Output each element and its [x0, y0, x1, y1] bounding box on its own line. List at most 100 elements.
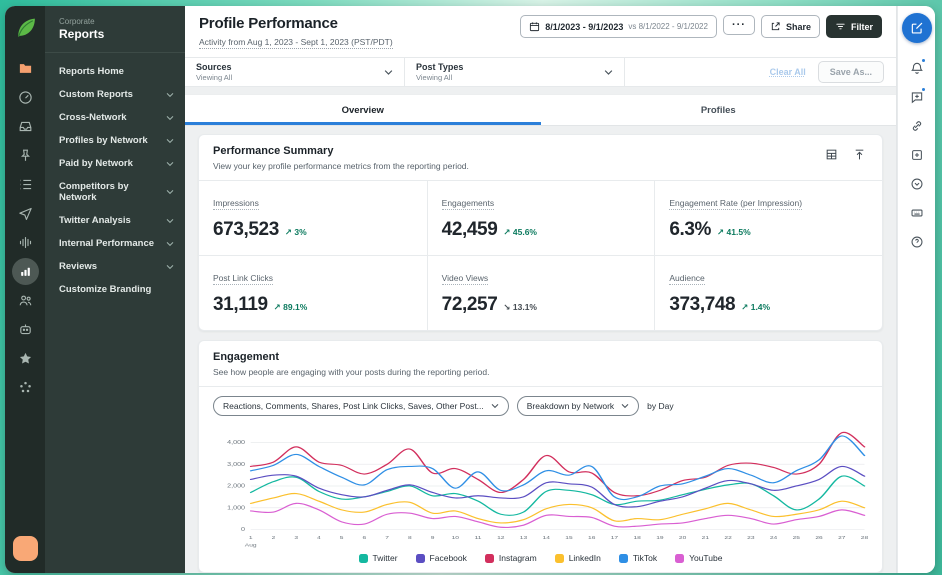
- sidebar-item-reviews[interactable]: Reviews: [45, 255, 185, 278]
- svg-text:0: 0: [241, 527, 246, 533]
- sidebar-item-cross-network[interactable]: Cross-Network: [45, 106, 185, 129]
- compose-button[interactable]: [901, 13, 932, 43]
- engagement-line-chart[interactable]: 0 1,000 2,000 3,000 4,000 1 2 3 4 5 6 7 8 9 10 11 12 13 14…: [199, 422, 882, 550]
- svg-text:25: 25: [793, 536, 800, 541]
- sprout-logo-icon[interactable]: [13, 15, 38, 40]
- export-icon[interactable]: [853, 148, 866, 161]
- legend-item-tiktok[interactable]: TikTok: [618, 553, 657, 563]
- svg-text:20: 20: [679, 536, 686, 541]
- folder-icon[interactable]: [5, 54, 45, 83]
- sidebar-item-reports-home[interactable]: Reports Home: [45, 60, 185, 83]
- new-item-icon[interactable]: [898, 140, 935, 169]
- filter-bar: Sources Viewing All Post Types Viewing A…: [185, 57, 896, 87]
- legend-item-twitter[interactable]: Twitter: [358, 553, 398, 563]
- legend-item-linkedin[interactable]: LinkedIn: [554, 553, 601, 563]
- publish-icon[interactable]: [5, 199, 45, 228]
- listening-icon[interactable]: [5, 228, 45, 257]
- card-title: Engagement: [213, 351, 280, 363]
- svg-text:27: 27: [838, 536, 845, 541]
- sidebar-item-profiles-by-network[interactable]: Profiles by Network: [45, 129, 185, 152]
- sidebar-item-internal-performance[interactable]: Internal Performance: [45, 232, 185, 255]
- metric-engagements: Engagements 42,459 ↗ 45.6%: [426, 181, 655, 255]
- report-content: Performance Summary View your key profil…: [185, 126, 896, 573]
- sidebar-item-paid-by-network[interactable]: Paid by Network: [45, 152, 185, 175]
- user-avatar[interactable]: [12, 536, 38, 561]
- star-icon[interactable]: [5, 344, 45, 373]
- svg-text:24: 24: [770, 536, 778, 541]
- chevron-down-icon: [166, 240, 174, 248]
- svg-text:Aug: Aug: [245, 543, 257, 548]
- sidebar-item-customize-branding[interactable]: Customize Branding: [45, 278, 185, 301]
- apps-icon[interactable]: [5, 373, 45, 402]
- legend-item-instagram[interactable]: Instagram: [484, 553, 537, 563]
- chevron-down-icon: [166, 91, 174, 99]
- legend-item-facebook[interactable]: Facebook: [415, 553, 467, 563]
- filter-button[interactable]: Filter: [825, 15, 882, 38]
- metrics-grid: Impressions 673,523 ↗ 3% Engagements 42,4…: [199, 181, 882, 330]
- delta-badge: ↘ 13.1%: [503, 302, 537, 312]
- chevron-down-icon: [604, 68, 613, 77]
- legend-swatch: [358, 553, 368, 563]
- delta-badge: ↗ 89.1%: [273, 302, 308, 312]
- messages-icon[interactable]: [898, 82, 935, 111]
- clear-all-link[interactable]: Clear All: [770, 67, 806, 77]
- report-date-summary[interactable]: Activity from Aug 1, 2023 - Sept 1, 2023…: [199, 37, 393, 49]
- svg-text:2: 2: [272, 536, 276, 541]
- performance-summary-card: Performance Summary View your key profil…: [198, 134, 883, 331]
- notification-dot: [921, 58, 926, 63]
- legend-swatch: [554, 553, 564, 563]
- engagement-card: Engagement See how people are engaging w…: [198, 340, 883, 573]
- svg-text:11: 11: [475, 536, 482, 541]
- save-as-button[interactable]: Save As...: [817, 61, 884, 83]
- post-types-filter[interactable]: Post Types Viewing All: [405, 58, 625, 86]
- svg-text:10: 10: [452, 536, 459, 541]
- people-icon[interactable]: [5, 286, 45, 315]
- delta-badge: ↗ 41.5%: [717, 227, 751, 237]
- sidebar-item-custom-reports[interactable]: Custom Reports: [45, 83, 185, 106]
- compose-icon: [911, 22, 922, 34]
- metrics-select[interactable]: Reactions, Comments, Shares, Post Link C…: [213, 396, 509, 416]
- svg-text:19: 19: [656, 536, 663, 541]
- chevron-down-icon: [491, 402, 499, 410]
- date-compare-label: vs 8/1/2022 - 9/1/2022: [628, 22, 708, 31]
- svg-text:17: 17: [611, 536, 618, 541]
- reports-icon[interactable]: [5, 257, 45, 286]
- updates-icon[interactable]: [898, 169, 935, 198]
- reports-sidebar: Corporate Reports Reports Home Custom Re…: [45, 6, 185, 573]
- left-icon-rail: [5, 6, 45, 573]
- sidebar-item-twitter-analysis[interactable]: Twitter Analysis: [45, 209, 185, 232]
- share-button[interactable]: Share: [760, 15, 820, 38]
- svg-text:8: 8: [408, 536, 412, 541]
- report-header: Profile Performance Activity from Aug 1,…: [185, 6, 896, 57]
- sources-filter[interactable]: Sources Viewing All: [185, 58, 405, 86]
- tab-profiles[interactable]: Profiles: [541, 95, 897, 125]
- bot-icon[interactable]: [5, 315, 45, 344]
- legend-item-youtube[interactable]: YouTube: [675, 553, 722, 563]
- date-range-button[interactable]: 8/1/2023 - 9/1/2023 vs 8/1/2022 - 9/1/20…: [520, 15, 717, 38]
- chart-controls: Reactions, Comments, Shares, Post Link C…: [199, 387, 882, 422]
- help-icon[interactable]: [898, 227, 935, 256]
- dashboard-icon[interactable]: [5, 83, 45, 112]
- chevron-down-icon: [166, 217, 174, 225]
- more-options-button[interactable]: ···: [722, 15, 755, 35]
- breakdown-select[interactable]: Breakdown by Network: [516, 396, 640, 416]
- sidebar-item-competitors-by-network[interactable]: Competitors by Network: [45, 175, 185, 209]
- chevron-down-icon: [621, 402, 629, 410]
- calendar-icon: [530, 22, 540, 32]
- svg-text:7: 7: [385, 536, 389, 541]
- pin-icon[interactable]: [5, 141, 45, 170]
- notifications-icon[interactable]: [898, 53, 935, 82]
- table-view-icon[interactable]: [825, 148, 838, 161]
- link-icon[interactable]: [898, 111, 935, 140]
- legend-swatch: [415, 553, 425, 563]
- svg-text:9: 9: [431, 536, 435, 541]
- workspace-name: Reports: [45, 26, 185, 53]
- delta-badge: ↗ 45.6%: [503, 227, 537, 237]
- delta-badge: ↗ 1.4%: [741, 302, 771, 312]
- feed-icon[interactable]: [5, 170, 45, 199]
- inbox-icon[interactable]: [5, 112, 45, 141]
- tab-overview[interactable]: Overview: [185, 95, 541, 125]
- keyboard-shortcuts-icon[interactable]: [898, 198, 935, 227]
- svg-text:4: 4: [317, 536, 322, 541]
- workspace-label: Corporate: [59, 17, 95, 26]
